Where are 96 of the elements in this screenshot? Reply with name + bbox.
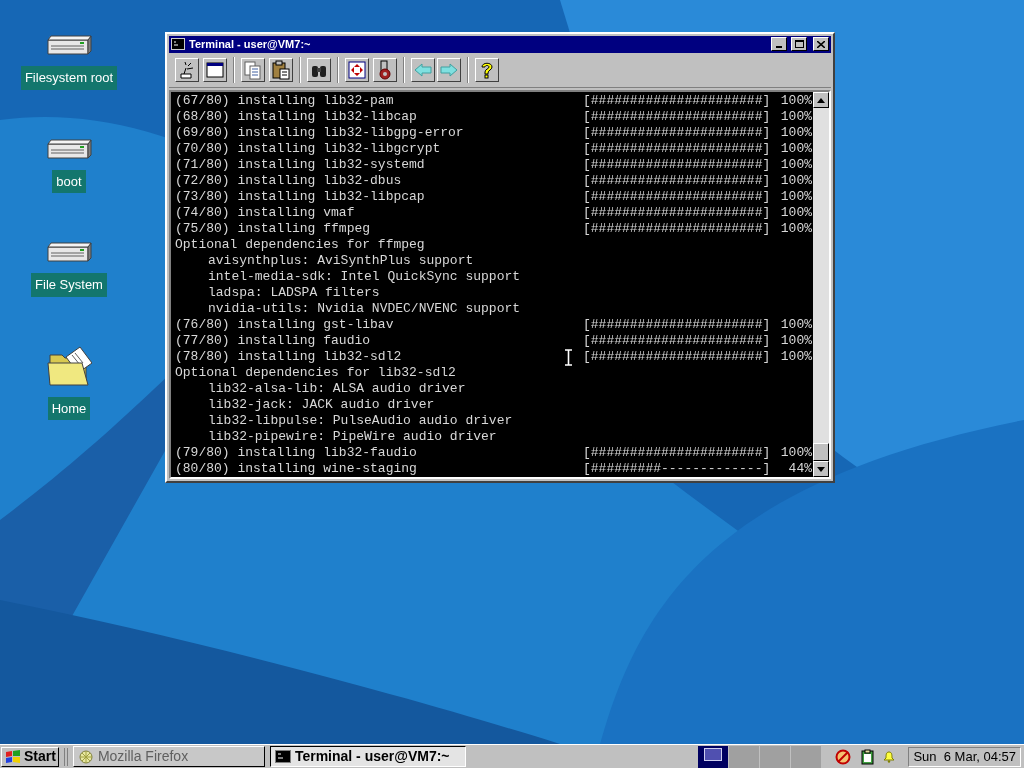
progress-percent: 100% xyxy=(780,173,813,189)
drive-icon[interactable] xyxy=(46,241,92,263)
progress-bar-text: [######################] xyxy=(583,205,771,221)
terminal-line: (76/80) installing gst-libav xyxy=(175,317,394,333)
paste-icon xyxy=(271,59,291,80)
progress-bar-text: [######################] xyxy=(583,333,771,349)
globe-icon xyxy=(77,748,94,765)
terminal-line: (77/80) installing faudio xyxy=(175,333,371,349)
desktop-icon-label[interactable]: boot xyxy=(52,169,86,193)
desktop-icon-label[interactable]: File System xyxy=(31,273,107,297)
close-icon xyxy=(817,40,825,48)
window-icon xyxy=(205,59,225,80)
terminal-line: (79/80) installing lib32-faudio xyxy=(175,445,417,461)
progress-percent: 100% xyxy=(780,125,813,141)
terminal-line: avisynthplus: AviSynthPlus support xyxy=(207,253,474,269)
terminal-line: (73/80) installing lib32-libpcap xyxy=(175,189,425,205)
drive-icon[interactable] xyxy=(46,137,92,160)
folder-icon[interactable] xyxy=(46,344,92,387)
terminal-line: lib32-pipewire: PipeWire audio driver xyxy=(207,429,497,445)
progress-percent: 100% xyxy=(780,189,813,205)
terminal-line: (75/80) installing ffmpeg xyxy=(175,221,371,237)
terminal-line: (68/80) installing lib32-libcap xyxy=(175,109,417,125)
terminal-line: (78/80) installing lib32-sdl2 xyxy=(175,349,402,365)
window-button[interactable] xyxy=(203,57,227,82)
terminal-line: (70/80) installing lib32-libgcrypt xyxy=(175,141,441,157)
start-logo-icon xyxy=(4,748,22,765)
back-button[interactable] xyxy=(411,57,435,82)
progress-percent: 100% xyxy=(780,221,813,237)
taskbar-button[interactable]: Mozilla Firefox xyxy=(72,746,265,767)
progress-bar-text: [######################] xyxy=(583,317,771,333)
progress-bar-text: [######################] xyxy=(583,109,771,125)
progress-bar-text: [######################] xyxy=(583,173,771,189)
progress-percent: 100% xyxy=(780,445,813,461)
down-arrow-icon xyxy=(817,466,825,472)
progress-percent: 100% xyxy=(780,349,813,365)
scroll-up-button[interactable] xyxy=(813,92,829,108)
no-sound-icon[interactable] xyxy=(835,748,852,765)
close-button[interactable] xyxy=(813,37,829,52)
start-button[interactable]: Start xyxy=(1,746,59,767)
terminal-line: (69/80) installing lib32-libgpg-error xyxy=(175,125,464,141)
minimize-button[interactable] xyxy=(771,37,787,52)
terminal-line: Optional dependencies for lib32-sdl2 xyxy=(175,365,456,381)
paste-button[interactable] xyxy=(269,57,293,82)
terminal-line: (74/80) installing vmaf xyxy=(175,205,355,221)
terminal-icon xyxy=(274,750,291,763)
forward-button[interactable] xyxy=(437,57,461,82)
progress-bar-text: [######################] xyxy=(583,349,771,365)
progress-percent: 100% xyxy=(780,157,813,173)
terminal-line: intel-media-sdk: Intel QuickSync support xyxy=(207,269,521,285)
progress-percent: 44% xyxy=(788,461,813,477)
terminal-line: (80/80) installing wine-staging xyxy=(175,461,417,477)
desktop-icon-label[interactable]: Filesystem root xyxy=(20,66,118,90)
terminal-line: lib32-jack: JACK audio driver xyxy=(207,397,435,413)
progress-percent: 100% xyxy=(780,109,813,125)
copy-button[interactable] xyxy=(241,57,265,82)
progress-percent: 100% xyxy=(780,93,813,109)
fullscreen-icon xyxy=(347,59,367,80)
progress-bar-text: [######################] xyxy=(583,221,771,237)
progress-bar-text: [######################] xyxy=(583,157,771,173)
progress-bar-text: [######################] xyxy=(583,125,771,141)
bell-icon[interactable] xyxy=(883,750,896,763)
scrollbar[interactable] xyxy=(813,92,829,477)
progress-percent: 100% xyxy=(780,317,813,333)
terminal-line: lib32-alsa-lib: ALSA audio driver xyxy=(207,381,466,397)
launcher-button[interactable] xyxy=(175,57,199,82)
clipboard-icon[interactable] xyxy=(859,748,876,765)
help-button[interactable] xyxy=(475,57,499,82)
progress-bar-text: [######################] xyxy=(583,93,771,109)
terminal-icon xyxy=(171,38,185,51)
clock[interactable]: Sun 6 Mar, 04:57 xyxy=(908,746,1021,767)
window-title: Terminal - user@VM7:~ xyxy=(189,37,312,53)
progress-percent: 100% xyxy=(780,205,813,221)
terminal-line: lib32-libpulse: PulseAudio audio driver xyxy=(207,413,513,429)
binoculars-button[interactable] xyxy=(307,57,331,82)
terminal-line: (67/80) installing lib32-pam xyxy=(175,93,394,109)
scroll-down-button[interactable] xyxy=(813,461,829,477)
up-arrow-icon xyxy=(817,97,825,103)
progress-bar-text: [#########-------------] xyxy=(583,461,771,477)
progress-bar-text: [######################] xyxy=(583,445,771,461)
progress-bar-text: [######################] xyxy=(583,189,771,205)
progress-bar-text: [######################] xyxy=(583,141,771,157)
workspace-button[interactable] xyxy=(698,745,730,768)
terminal-line: Optional dependencies for ffmpeg xyxy=(175,237,425,253)
taskbar-button[interactable]: Terminal - user@VM7:~ xyxy=(269,746,466,767)
progress-percent: 100% xyxy=(780,333,813,349)
text-cursor-icon xyxy=(564,349,573,366)
scroll-thumb[interactable] xyxy=(813,443,829,461)
terminal-line: (71/80) installing lib32-systemd xyxy=(175,157,425,173)
fullscreen-button[interactable] xyxy=(345,57,369,82)
terminal-line: (72/80) installing lib32-dbus xyxy=(175,173,402,189)
terminal-line: nvidia-utils: Nvidia NVDEC/NVENC support xyxy=(207,301,521,317)
progress-percent: 100% xyxy=(780,141,813,157)
drive-icon[interactable] xyxy=(46,34,92,56)
copy-icon xyxy=(243,59,263,80)
maximize-button[interactable] xyxy=(791,37,807,52)
terminal-line: ladspa: LADSPA filters xyxy=(207,285,380,301)
